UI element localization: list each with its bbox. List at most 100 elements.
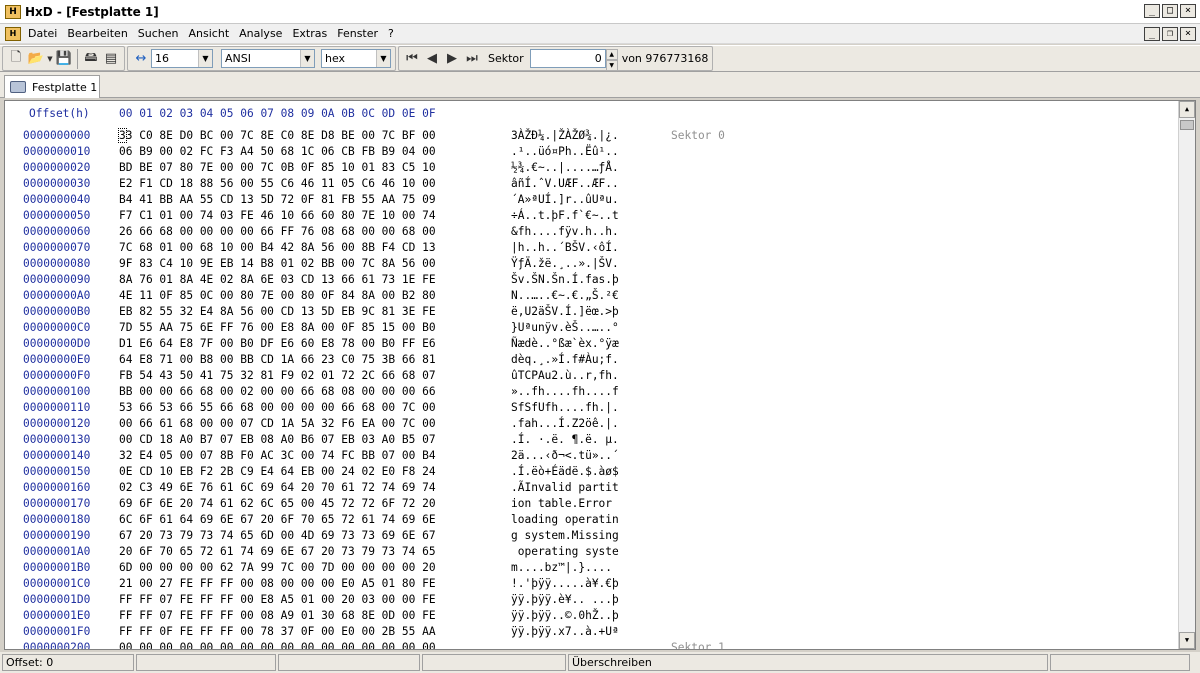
row-hex-bytes[interactable]: 0E CD 10 EB F2 2B C9 E4 64 EB 00 24 02 E… bbox=[119, 464, 436, 480]
hex-row[interactable]: 0000000200 00 00 00 00 00 00 00 00 00 00 … bbox=[5, 640, 1175, 649]
row-hex-bytes[interactable]: F7 C1 01 00 74 03 FE 46 10 66 60 80 7E 1… bbox=[119, 208, 436, 224]
row-ascii[interactable]: »..fh....fh....f bbox=[511, 384, 619, 400]
hex-row[interactable]: 00000000D0 D1 E6 64 E8 7F 00 B0 DF E6 60 … bbox=[5, 336, 1175, 352]
chevron-down-icon[interactable]: ▼ bbox=[198, 50, 212, 67]
row-hex-bytes[interactable]: EB 82 55 32 E4 8A 56 00 CD 13 5D EB 9C 8… bbox=[119, 304, 436, 320]
display-mode-select[interactable]: hex ▼ bbox=[321, 49, 391, 68]
open-disk-icon[interactable]: 🖴 bbox=[81, 49, 101, 69]
hex-row[interactable]: 00000001E0 FF FF 07 FE FF FF 00 08 A9 01 … bbox=[5, 608, 1175, 624]
charset-select[interactable]: ANSI ▼ bbox=[221, 49, 315, 68]
row-ascii[interactable]: Šv.ŠN.Šn.Í.fas.þ bbox=[511, 272, 619, 288]
row-ascii[interactable]: }Uªunÿv.èŠ..…..° bbox=[511, 320, 619, 336]
open-folder-icon[interactable]: 📂 bbox=[26, 49, 46, 69]
scroll-thumb[interactable] bbox=[1180, 120, 1194, 130]
row-hex-bytes[interactable]: 7C 68 01 00 68 10 00 B4 42 8A 56 00 8B F… bbox=[119, 240, 436, 256]
row-hex-bytes[interactable]: BB 00 00 66 68 00 02 00 00 66 68 08 00 0… bbox=[119, 384, 436, 400]
row-hex-bytes[interactable]: 20 6F 70 65 72 61 74 69 6E 67 20 73 79 7… bbox=[119, 544, 436, 560]
menu-ansicht[interactable]: Ansicht bbox=[184, 24, 235, 44]
row-ascii[interactable]: .ÃInvalid partit bbox=[511, 480, 619, 496]
hex-row[interactable]: 0000000100 BB 00 00 66 68 00 02 00 00 66 … bbox=[5, 384, 1175, 400]
row-ascii[interactable]: ½¾.€~..|....…ƒÅ. bbox=[511, 160, 619, 176]
row-ascii[interactable]: ÿÿ.þÿÿ.è¥.. ...þ bbox=[511, 592, 619, 608]
row-ascii[interactable]: N..…..€~.€.„Š.²€ bbox=[511, 288, 619, 304]
hex-row[interactable]: 0000000160 02 C3 49 6E 76 61 6C 69 64 20 … bbox=[5, 480, 1175, 496]
row-hex-bytes[interactable]: 00 CD 18 A0 B7 07 EB 08 A0 B6 07 EB 03 A… bbox=[119, 432, 436, 448]
row-hex-bytes[interactable]: 64 E8 71 00 B8 00 BB CD 1A 66 23 C0 75 3… bbox=[119, 352, 436, 368]
hex-row[interactable]: 0000000060 26 66 68 00 00 00 00 66 FF 76 … bbox=[5, 224, 1175, 240]
chevron-down-icon[interactable]: ▼ bbox=[300, 50, 314, 67]
row-ascii[interactable]: ion table.Error bbox=[511, 496, 619, 512]
row-ascii[interactable]: g system.Missing bbox=[511, 528, 619, 544]
row-ascii[interactable]: loading operatin bbox=[511, 512, 619, 528]
hex-row[interactable]: 0000000070 7C 68 01 00 68 10 00 B4 42 8A … bbox=[5, 240, 1175, 256]
spin-up-icon[interactable]: ▲ bbox=[605, 49, 618, 60]
hex-row[interactable]: 0000000150 0E CD 10 EB F2 2B C9 E4 64 EB … bbox=[5, 464, 1175, 480]
row-ascii[interactable]: 2ä...‹ð¬<.tü»..´ bbox=[511, 448, 619, 464]
row-ascii[interactable]: ÿÿ.þÿÿ.x7..à.+Uª bbox=[511, 624, 619, 640]
row-ascii[interactable]: ÿÿ.þÿÿ..©.0hŽ..þ bbox=[511, 608, 619, 624]
row-hex-bytes[interactable]: 06 B9 00 02 FC F3 A4 50 68 1C 06 CB FB B… bbox=[119, 144, 436, 160]
row-ascii[interactable]: ÷Á..t.þF.f`€~..t bbox=[511, 208, 619, 224]
hex-row[interactable]: 0000000180 6C 6F 61 64 69 6E 67 20 6F 70 … bbox=[5, 512, 1175, 528]
row-ascii[interactable]: SfSfUfh....fh.|. bbox=[511, 400, 619, 416]
hex-row[interactable]: 0000000090 8A 76 01 8A 4E 02 8A 6E 03 CD … bbox=[5, 272, 1175, 288]
row-hex-bytes[interactable]: E2 F1 CD 18 88 56 00 55 C6 46 11 05 C6 4… bbox=[119, 176, 436, 192]
row-ascii[interactable]: ŸƒÄ.žë.¸..».|ŠV. bbox=[511, 256, 619, 272]
hex-row[interactable]: 00000000E0 64 E8 71 00 B8 00 BB CD 1A 66 … bbox=[5, 352, 1175, 368]
hex-row[interactable]: 0000000110 53 66 53 66 55 66 68 00 00 00 … bbox=[5, 400, 1175, 416]
hex-row[interactable]: 0000000120 00 66 61 68 00 00 07 CD 1A 5A … bbox=[5, 416, 1175, 432]
hex-row[interactable]: 00000001F0 FF FF 0F FE FF FF 00 78 37 0F … bbox=[5, 624, 1175, 640]
row-ascii[interactable]: Ñædè..°ßæ`èx.°ÿæ bbox=[511, 336, 619, 352]
hex-row[interactable]: 0000000190 67 20 73 79 73 74 65 6D 00 4D … bbox=[5, 528, 1175, 544]
row-hex-bytes[interactable]: 00 00 00 00 00 00 00 00 00 00 00 00 00 0… bbox=[119, 640, 436, 649]
row-ascii[interactable]: .Í.ëò+Éädë.$.àø$ bbox=[511, 464, 619, 480]
hex-editor[interactable]: Offset(h) 00 01 02 03 04 05 06 07 08 09 … bbox=[4, 100, 1196, 650]
next-sector-icon[interactable]: ▶ bbox=[442, 49, 462, 69]
row-ascii[interactable]: m....bz™|.}.... bbox=[511, 560, 619, 576]
open-dropdown-icon[interactable]: ▼ bbox=[46, 49, 54, 69]
row-hex-bytes[interactable]: FF FF 07 FE FF FF 00 E8 A5 01 00 20 03 0… bbox=[119, 592, 436, 608]
minimize-icon[interactable]: _ bbox=[1144, 4, 1160, 18]
hex-row[interactable]: 00000000B0 EB 82 55 32 E4 8A 56 00 CD 13 … bbox=[5, 304, 1175, 320]
scroll-up-icon[interactable]: ▲ bbox=[1179, 101, 1195, 118]
row-ascii[interactable]: ................ bbox=[511, 640, 619, 649]
previous-sector-icon[interactable]: ◀ bbox=[422, 49, 442, 69]
hex-row[interactable]: 0000000050 F7 C1 01 00 74 03 FE 46 10 66 … bbox=[5, 208, 1175, 224]
row-hex-bytes[interactable]: 6C 6F 61 64 69 6E 67 20 6F 70 65 72 61 7… bbox=[119, 512, 436, 528]
hex-row[interactable]: 00000001B0 6D 00 00 00 00 62 7A 99 7C 00 … bbox=[5, 560, 1175, 576]
row-hex-bytes[interactable]: 8A 76 01 8A 4E 02 8A 6E 03 CD 13 66 61 7… bbox=[119, 272, 436, 288]
row-ascii[interactable]: |h..h..´BŠV.‹ôÍ. bbox=[511, 240, 619, 256]
hex-row[interactable]: 00000001D0 FF FF 07 FE FF FF 00 E8 A5 01 … bbox=[5, 592, 1175, 608]
hex-row[interactable]: 0000000000 33 C0 8E D0 BC 00 7C 8E C0 8E … bbox=[5, 128, 1175, 144]
maximize-icon[interactable]: □ bbox=[1162, 4, 1178, 18]
scroll-down-icon[interactable]: ▼ bbox=[1179, 632, 1195, 649]
hxd-app-icon[interactable]: H bbox=[5, 4, 21, 19]
row-hex-bytes[interactable]: 21 00 27 FE FF FF 00 08 00 00 00 E0 A5 0… bbox=[119, 576, 436, 592]
row-ascii[interactable]: .Í. ·.ë. ¶.ë. µ. bbox=[511, 432, 619, 448]
open-ram-icon[interactable]: ▤ bbox=[101, 49, 121, 69]
row-hex-bytes[interactable]: D1 E6 64 E8 7F 00 B0 DF E6 60 E8 78 00 B… bbox=[119, 336, 436, 352]
hex-row[interactable]: 00000000F0 FB 54 43 50 41 75 32 81 F9 02 … bbox=[5, 368, 1175, 384]
first-sector-icon[interactable]: ⏮ bbox=[402, 49, 422, 69]
hex-row[interactable]: 0000000130 00 CD 18 A0 B7 07 EB 08 A0 B6 … bbox=[5, 432, 1175, 448]
doc-restore-icon[interactable]: ❐ bbox=[1162, 27, 1178, 41]
row-ascii[interactable]: !.'þÿÿ.....à¥.€þ bbox=[511, 576, 619, 592]
row-hex-bytes[interactable]: BD BE 07 80 7E 00 00 7C 0B 0F 85 10 01 8… bbox=[119, 160, 436, 176]
row-ascii[interactable]: dèq.¸.»Í.f#Àu;f. bbox=[511, 352, 619, 368]
save-icon[interactable]: 💾 bbox=[54, 49, 74, 69]
hex-row[interactable]: 0000000140 32 E4 05 00 07 8B F0 AC 3C 00 … bbox=[5, 448, 1175, 464]
bytes-per-row-select[interactable]: 16 ▼ bbox=[151, 49, 213, 68]
menu-extras[interactable]: Extras bbox=[287, 24, 332, 44]
row-ascii[interactable]: operating syste bbox=[511, 544, 619, 560]
hex-row[interactable]: 0000000020 BD BE 07 80 7E 00 00 7C 0B 0F … bbox=[5, 160, 1175, 176]
row-ascii[interactable]: 3ÀŽĐ¼.|ŽÀŽØ¾.|¿. bbox=[511, 128, 619, 144]
menu-datei[interactable]: Datei bbox=[23, 24, 62, 44]
row-ascii[interactable]: .¹..üó¤Ph..Ëû¹.. bbox=[511, 144, 619, 160]
row-hex-bytes[interactable]: 00 66 61 68 00 00 07 CD 1A 5A 32 F6 EA 0… bbox=[119, 416, 436, 432]
menu-suchen[interactable]: Suchen bbox=[133, 24, 184, 44]
doc-close-icon[interactable]: × bbox=[1180, 27, 1196, 41]
hex-row[interactable]: 0000000040 B4 41 BB AA 55 CD 13 5D 72 0F … bbox=[5, 192, 1175, 208]
row-hex-bytes[interactable]: 7D 55 AA 75 6E FF 76 00 E8 8A 00 0F 85 1… bbox=[119, 320, 436, 336]
row-hex-bytes[interactable]: FB 54 43 50 41 75 32 81 F9 02 01 72 2C 6… bbox=[119, 368, 436, 384]
hex-row[interactable]: 0000000080 9F 83 C4 10 9E EB 14 B8 01 02 … bbox=[5, 256, 1175, 272]
